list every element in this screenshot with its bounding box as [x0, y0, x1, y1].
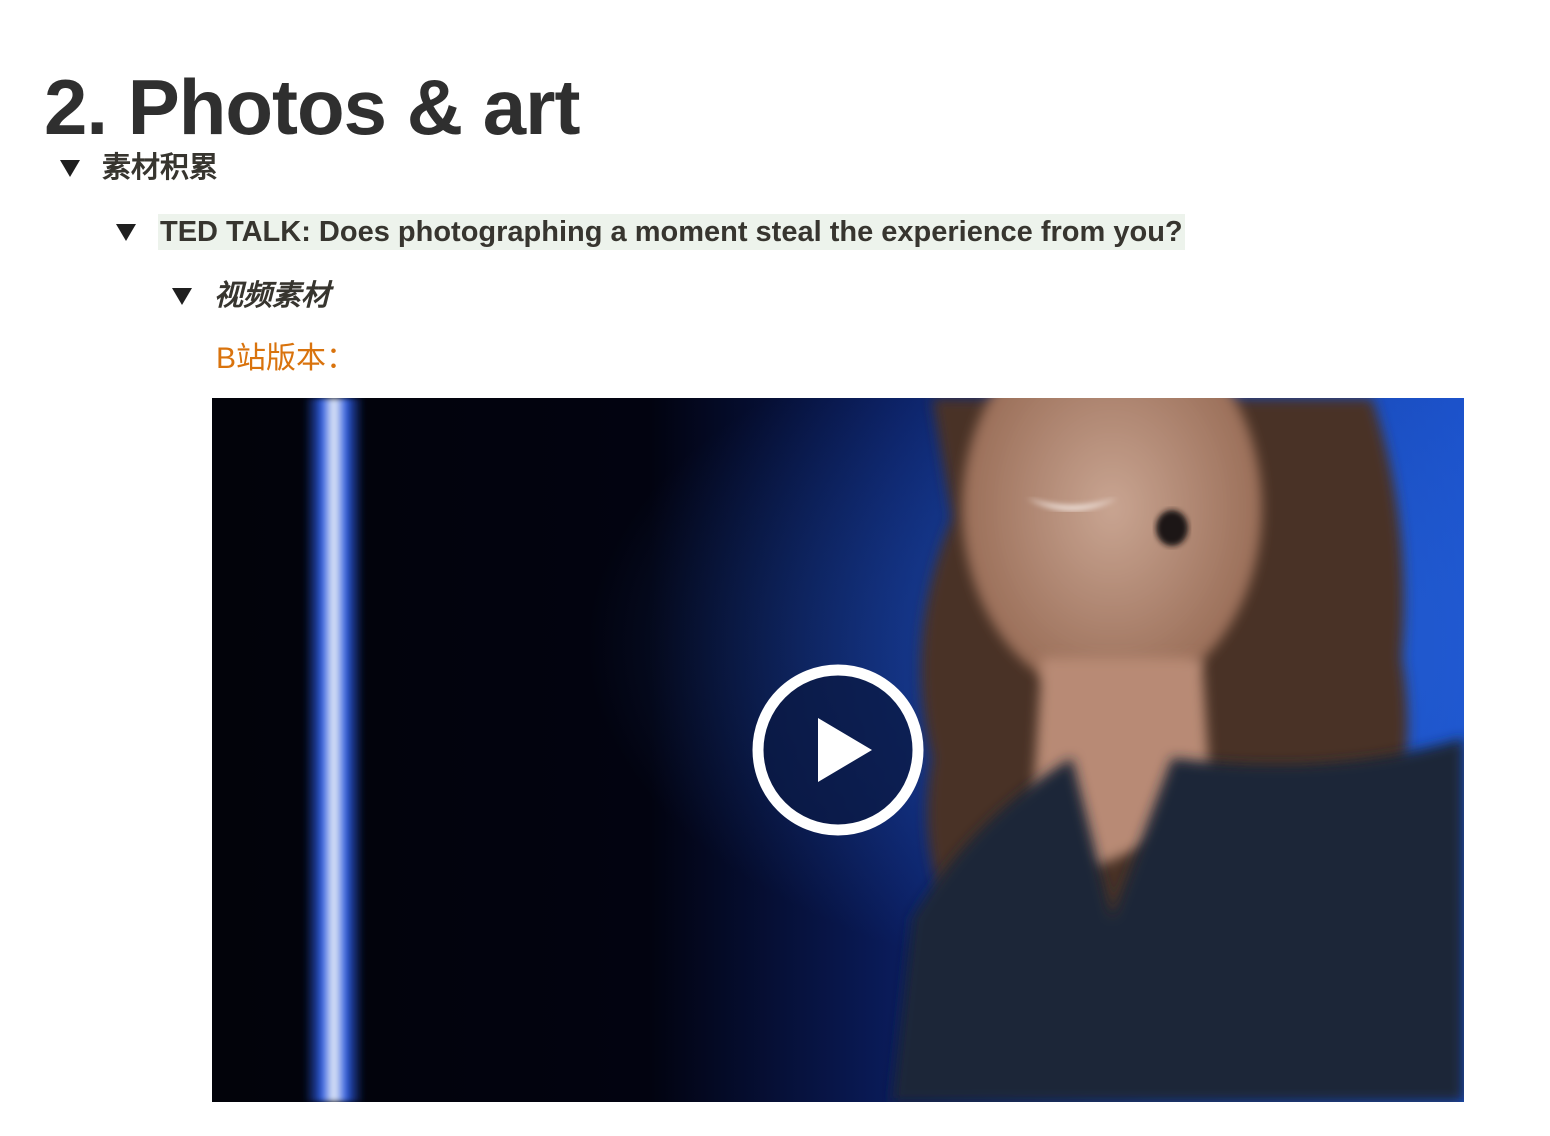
- toggle-block-material: 素材积累: [58, 150, 218, 186]
- video-embed[interactable]: [212, 398, 1464, 1102]
- toggle-triangle-down-icon[interactable]: [170, 284, 194, 308]
- toggle-triangle-down-icon[interactable]: [114, 220, 138, 244]
- toggle-triangle-down-icon[interactable]: [58, 156, 82, 180]
- toggle-block-ted-talk: TED TALK: Does photographing a moment st…: [114, 214, 1185, 250]
- toggle-block-video-material: 视频素材: [170, 278, 330, 314]
- toggle-label-material: 素材积累: [102, 152, 219, 184]
- toggle-label-video-material: 视频素材: [214, 280, 331, 312]
- notion-page: 2. Photos & art 素材积累 TED TALK: Does phot…: [0, 0, 1550, 1136]
- video-subtitle: B站版本：: [216, 342, 357, 375]
- play-circle-icon[interactable]: [750, 662, 926, 838]
- toggle-label-ted-talk: TED TALK: Does photographing a moment st…: [158, 214, 1185, 250]
- page-heading: 2. Photos & art: [44, 63, 580, 152]
